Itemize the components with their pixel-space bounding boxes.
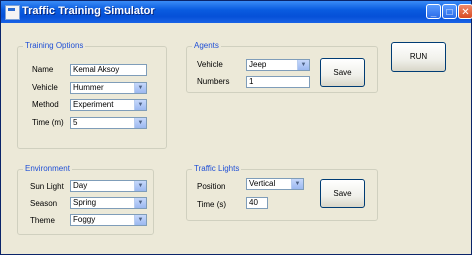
sunlight-label: Sun Light [30,182,64,191]
sunlight-selected-value: Day [73,181,88,190]
minimize-button[interactable]: _ [426,4,441,19]
traffic-time-label: Time (s) [197,200,227,209]
environment-legend: Environment [23,164,72,173]
agents-numbers-input[interactable]: 1 [246,76,310,88]
window-title: Traffic Training Simulator [22,5,155,17]
season-label: Season [30,199,58,208]
method-combobox[interactable]: Experiment ▼ [70,99,147,111]
sunlight-combobox[interactable]: Day ▼ [70,180,147,192]
agents-save-button[interactable]: Save [320,58,365,87]
theme-selected-value: Foggy [73,215,96,224]
method-label: Method [32,100,59,109]
position-label: Position [197,182,226,191]
traffic-time-input[interactable]: 40 [246,197,268,209]
vehicle-combobox[interactable]: Hummer ▼ [70,82,147,94]
theme-label: Theme [30,216,55,225]
chevron-down-icon[interactable]: ▼ [297,60,309,70]
season-selected-value: Spring [73,198,97,207]
position-combobox[interactable]: Vertical ▼ [246,178,304,190]
time-label: Time (m) [32,118,64,127]
chevron-down-icon[interactable]: ▼ [134,83,146,93]
app-window: Traffic Training Simulator _ □ ✕ Trainin… [0,0,473,255]
season-combobox[interactable]: Spring ▼ [70,197,147,209]
time-selected-value: 5 [73,118,78,127]
training-options-group: Training Options [17,41,167,149]
name-label: Name [32,65,54,74]
chevron-down-icon[interactable]: ▼ [134,215,146,225]
chevron-down-icon[interactable]: ▼ [134,118,146,128]
agents-vehicle-selected-value: Jeep [249,60,267,69]
name-input[interactable]: Kemal Aksoy [70,64,147,76]
agents-legend: Agents [192,41,221,50]
time-combobox[interactable]: 5 ▼ [70,117,147,129]
app-icon [5,5,20,20]
vehicle-label: Vehicle [32,83,58,92]
chevron-down-icon[interactable]: ▼ [134,100,146,110]
title-bar[interactable]: Traffic Training Simulator _ □ ✕ [1,1,473,23]
agents-numbers-label: Numbers [197,77,230,86]
training-options-legend: Training Options [23,41,86,50]
chevron-down-icon[interactable]: ▼ [134,198,146,208]
maximize-button[interactable]: □ [442,4,457,19]
theme-combobox[interactable]: Foggy ▼ [70,214,147,226]
position-selected-value: Vertical [249,179,276,188]
agents-vehicle-combobox[interactable]: Jeep ▼ [246,59,310,71]
chevron-down-icon[interactable]: ▼ [134,181,146,191]
run-button[interactable]: RUN [391,42,446,72]
traffic-lights-legend: Traffic Lights [192,164,242,173]
close-button[interactable]: ✕ [458,4,473,19]
vehicle-selected-value: Hummer [73,83,104,92]
method-selected-value: Experiment [73,100,114,109]
chevron-down-icon[interactable]: ▼ [291,179,303,189]
agents-vehicle-label: Vehicle [197,60,223,69]
traffic-save-button[interactable]: Save [320,179,365,208]
